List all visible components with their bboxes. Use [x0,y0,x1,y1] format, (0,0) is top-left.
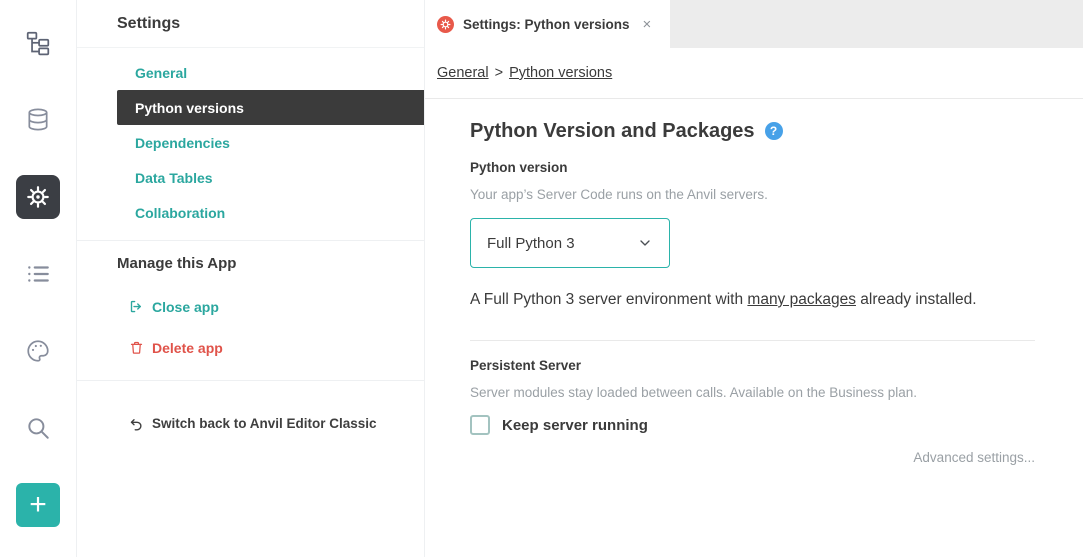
breadcrumb-separator: > [495,65,503,81]
breadcrumb-link-python-versions[interactable]: Python versions [509,65,612,81]
trash-icon [129,340,144,355]
tab-bar: Settings: Python versions × [425,0,1083,48]
menu-item-general[interactable]: General [77,55,424,90]
main-area: Settings: Python versions × General > Pyth… [425,0,1083,557]
anvil-gear-icon [437,16,454,33]
tab-settings-python-versions[interactable]: Settings: Python versions × [425,0,670,48]
theme-palette-icon[interactable] [16,329,60,373]
close-app-button[interactable]: Close app [77,289,424,324]
tab-close-icon[interactable]: × [643,17,652,32]
python-version-select[interactable]: Full Python 3 [470,218,670,268]
delete-app-label: Delete app [152,340,223,356]
breadcrumb-row: General > Python versions [425,48,1083,99]
panel-divider [77,240,424,241]
python-version-label: Python version [470,159,1035,177]
manage-app-title: Manage this App [77,243,424,283]
advanced-settings-link[interactable]: Advanced settings... [470,450,1035,465]
help-icon[interactable]: ? [765,122,783,140]
app-structure-icon[interactable] [16,21,60,65]
settings-content: Python Version and Packages ? Python ver… [425,99,1083,465]
undo-icon [129,416,144,431]
app-window: + Settings General Python versions Depen… [0,0,1083,557]
tab-label: Settings: Python versions [463,17,630,32]
logs-list-icon[interactable] [16,252,60,296]
chevron-down-icon [637,235,653,251]
menu-item-dependencies[interactable]: Dependencies [77,125,424,160]
page-title: Python Version and Packages [470,117,755,145]
menu-item-data-tables[interactable]: Data Tables [77,160,424,195]
python-version-description: Your app’s Server Code runs on the Anvil… [470,186,1035,204]
delete-app-button[interactable]: Delete app [77,330,424,365]
settings-panel-title: Settings [77,0,424,48]
python-version-selected-value: Full Python 3 [487,235,575,252]
icon-sidebar: + [0,0,77,557]
menu-item-python-versions[interactable]: Python versions [117,90,424,125]
keep-server-running-row: Keep server running [470,415,1035,435]
many-packages-link[interactable]: many packages [747,291,856,308]
search-icon[interactable] [16,406,60,450]
breadcrumb-link-general[interactable]: General [437,65,489,81]
settings-gear-icon[interactable] [16,175,60,219]
note-suffix: already installed. [856,291,977,308]
close-app-label: Close app [152,299,219,315]
database-icon[interactable] [16,98,60,142]
switch-back-label: Switch back to Anvil Editor Classic [152,416,377,431]
menu-item-collaboration[interactable]: Collaboration [77,195,424,230]
keep-server-running-label[interactable]: Keep server running [502,417,648,434]
persistent-server-label: Persistent Server [470,357,1035,375]
persistent-server-description: Server modules stay loaded between calls… [470,384,1035,402]
keep-server-running-checkbox[interactable] [470,415,490,435]
note-prefix: A Full Python 3 server environment with [470,291,747,308]
breadcrumb: General > Python versions [437,65,612,81]
switch-back-button[interactable]: Switch back to Anvil Editor Classic [77,406,424,441]
settings-panel: Settings General Python versions Depende… [77,0,425,557]
content-divider [470,340,1035,341]
panel-divider [77,380,424,381]
page-title-row: Python Version and Packages ? [470,117,1035,145]
close-app-icon [129,299,144,314]
settings-menu: General Python versions Dependencies Dat… [77,48,424,230]
add-button[interactable]: + [16,483,60,527]
python-environment-note: A Full Python 3 server environment with … [470,290,1035,310]
